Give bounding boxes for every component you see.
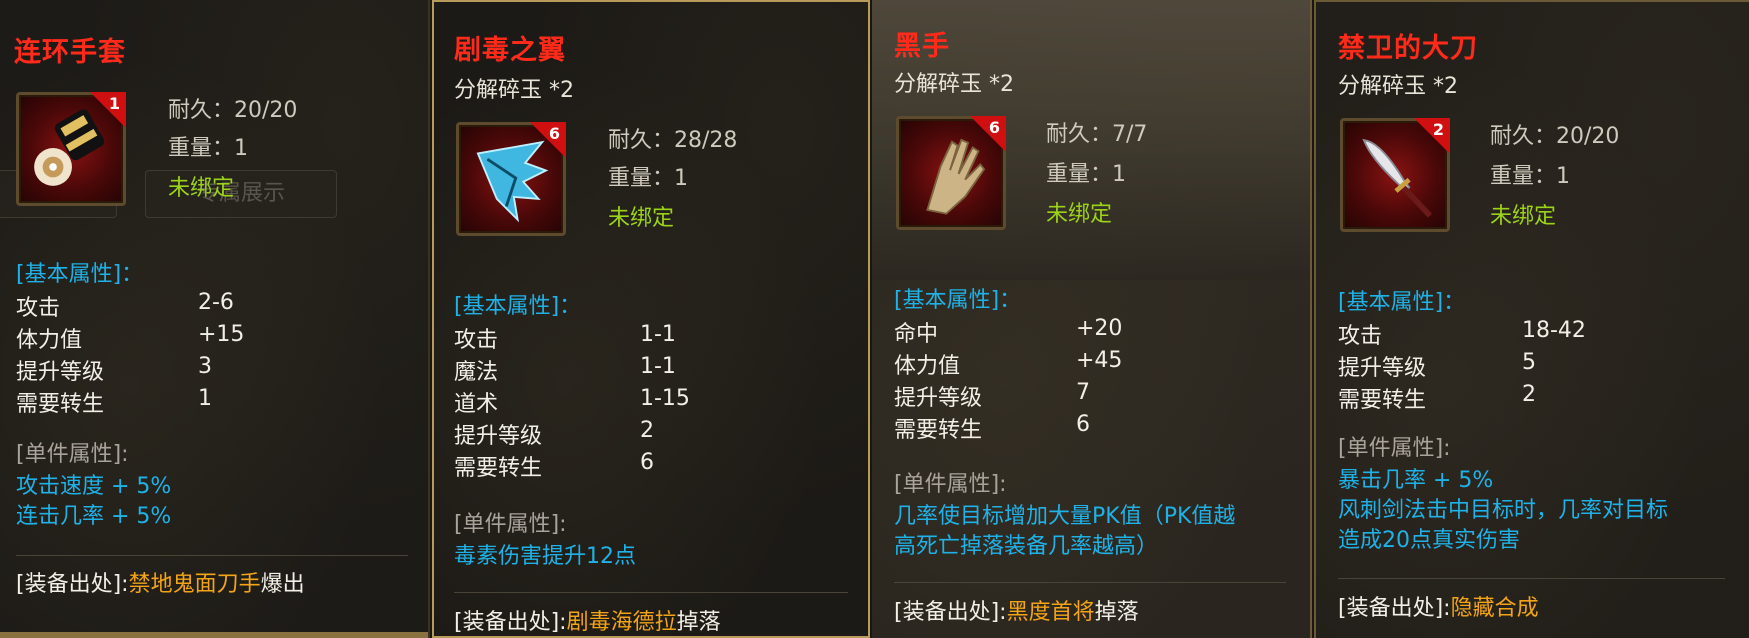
level-badge-number: 2	[1432, 120, 1444, 139]
stat-value: 2	[1522, 382, 1536, 407]
bind-status: 未绑定	[1490, 204, 1557, 229]
item-subtitle: 分解碎玉 *2	[454, 78, 574, 103]
level-badge-number: 6	[988, 118, 1000, 137]
item-tooltip-3: 黑手 分解碎玉 *2 6 耐久：7/7 重量：1 未绑定 [基本属性]： 命中 …	[872, 0, 1312, 638]
level-badge-number: 6	[548, 124, 560, 143]
stat-label: 提升等级	[454, 424, 543, 449]
stat-value: +15	[198, 322, 245, 347]
divider	[1338, 578, 1725, 579]
single-attribute-line: 高死亡掉落装备几率越高）	[894, 534, 1159, 559]
weight: 重量：1	[1046, 162, 1126, 187]
stat-value: 5	[1522, 350, 1536, 375]
divider	[454, 592, 848, 593]
weight: 重量：1	[608, 166, 688, 191]
level-badge-number: 1	[108, 94, 120, 113]
source-value: 禁地鬼面刀手	[128, 572, 261, 597]
stat-label: 提升等级	[1338, 356, 1427, 381]
weight: 重量：1	[168, 136, 248, 161]
stat-label: 魔法	[454, 360, 499, 385]
item-slot[interactable]: 6	[896, 116, 1006, 230]
source-value: 剧毒海德拉	[566, 610, 677, 635]
source-prefix: [装备出处]:	[1338, 596, 1451, 621]
single-attribute-line: 造成20点真实伤害	[1338, 528, 1520, 553]
item-slot[interactable]: 6	[456, 122, 566, 236]
source-suffix: 爆出	[260, 572, 305, 597]
item-subtitle: 分解碎玉 *2	[1338, 74, 1458, 99]
source-value: 隐藏合成	[1450, 596, 1539, 621]
stat-label: 需要转生	[454, 456, 543, 481]
item-name: 禁卫的大刀	[1338, 33, 1478, 64]
stat-label: 道术	[454, 392, 499, 417]
divider	[16, 555, 408, 556]
single-attribute-line: 暴击几率 + 5%	[1338, 468, 1494, 493]
item-source: [装备出处]:剧毒海德拉掉落	[454, 604, 721, 636]
source-prefix: [装备出处]:	[894, 600, 1007, 625]
basic-attributes-header: [基本属性]：	[894, 288, 1022, 313]
item-slot[interactable]: 1	[16, 92, 126, 206]
single-attribute-line: 毒素伤害提升12点	[454, 544, 636, 569]
item-source: [装备出处]:黑度首将掉落	[894, 594, 1139, 626]
item-tooltip-2: 剧毒之翼 分解碎玉 *2 6 耐久：28/28 重量：1 未绑定 [基本属性]：…	[432, 0, 870, 638]
item-slot[interactable]: 2	[1340, 118, 1450, 232]
stat-label: 需要转生	[894, 418, 983, 443]
single-attribute-line: 连击几率 + 5%	[16, 504, 172, 529]
stat-value: 18-42	[1522, 318, 1586, 343]
stat-label: 提升等级	[16, 360, 105, 385]
weight: 重量：1	[1490, 164, 1570, 189]
bind-status: 未绑定	[1046, 202, 1113, 227]
source-prefix: [装备出处]:	[454, 610, 567, 635]
item-source: [装备出处]:隐藏合成	[1338, 590, 1539, 622]
stat-label: 提升等级	[894, 386, 983, 411]
item-subtitle: 分解碎玉 *2	[894, 72, 1014, 97]
single-attributes-header: [单件属性]:	[894, 472, 1007, 497]
item-source: [装备出处]:禁地鬼面刀手爆出	[16, 566, 305, 598]
stat-label: 攻击	[16, 296, 61, 321]
stat-value: 2-6	[198, 290, 234, 315]
stat-value: 1-15	[640, 386, 690, 411]
stat-value: +20	[1076, 316, 1123, 341]
stat-value: +45	[1076, 348, 1123, 373]
source-suffix: 掉落	[1094, 600, 1139, 625]
stat-label: 体力值	[16, 328, 83, 353]
panel-bottom-bar	[0, 632, 428, 638]
stat-value: 6	[640, 450, 654, 475]
single-attribute-line: 风刺剑法击中目标时，几率对目标	[1338, 498, 1669, 523]
source-prefix: [装备出处]:	[16, 572, 129, 597]
basic-attributes-header: [基本属性]：	[454, 294, 582, 319]
stat-value: 1-1	[640, 322, 676, 347]
single-attributes-header: [单件属性]:	[454, 512, 567, 537]
stat-label: 需要转生	[16, 392, 105, 417]
single-attributes-header: [单件属性]:	[1338, 436, 1451, 461]
item-tooltip-1: 属 专属展示 连环手套 1 耐久：20/20 重量：1 未绑定 [基本属性]： …	[0, 0, 430, 638]
single-attribute-line: 攻击速度 + 5%	[16, 474, 172, 499]
durability: 耐久：20/20	[168, 98, 298, 123]
stat-value: 1	[198, 386, 212, 411]
durability: 耐久：28/28	[608, 128, 738, 153]
single-attribute-line: 几率使目标增加大量PK值（PK值越	[894, 504, 1236, 529]
stat-value: 2	[640, 418, 654, 443]
bind-status: 未绑定	[608, 206, 675, 231]
item-name: 剧毒之翼	[454, 35, 566, 66]
stat-label: 命中	[894, 322, 939, 347]
stat-label: 攻击	[454, 328, 499, 353]
durability: 耐久：7/7	[1046, 122, 1148, 147]
bind-status: 未绑定	[168, 176, 235, 201]
durability: 耐久：20/20	[1490, 124, 1620, 149]
item-name: 黑手	[894, 31, 950, 62]
basic-attributes-header: [基本属性]：	[1338, 290, 1466, 315]
source-suffix: 掉落	[676, 610, 721, 635]
stat-value: 7	[1076, 380, 1090, 405]
stat-label: 攻击	[1338, 324, 1383, 349]
source-value: 黑度首将	[1006, 600, 1095, 625]
single-attributes-header: [单件属性]:	[16, 442, 129, 467]
stat-label: 需要转生	[1338, 388, 1427, 413]
stat-label: 体力值	[894, 354, 961, 379]
stat-value: 6	[1076, 412, 1090, 437]
divider	[894, 582, 1286, 583]
item-tooltip-4: 禁卫的大刀 分解碎玉 *2 2 耐久：20/20 重量：1 未绑定 [基本属性]…	[1314, 0, 1749, 638]
stat-value: 1-1	[640, 354, 676, 379]
item-name: 连环手套	[14, 37, 126, 68]
basic-attributes-header: [基本属性]：	[16, 262, 144, 287]
stat-value: 3	[198, 354, 212, 379]
